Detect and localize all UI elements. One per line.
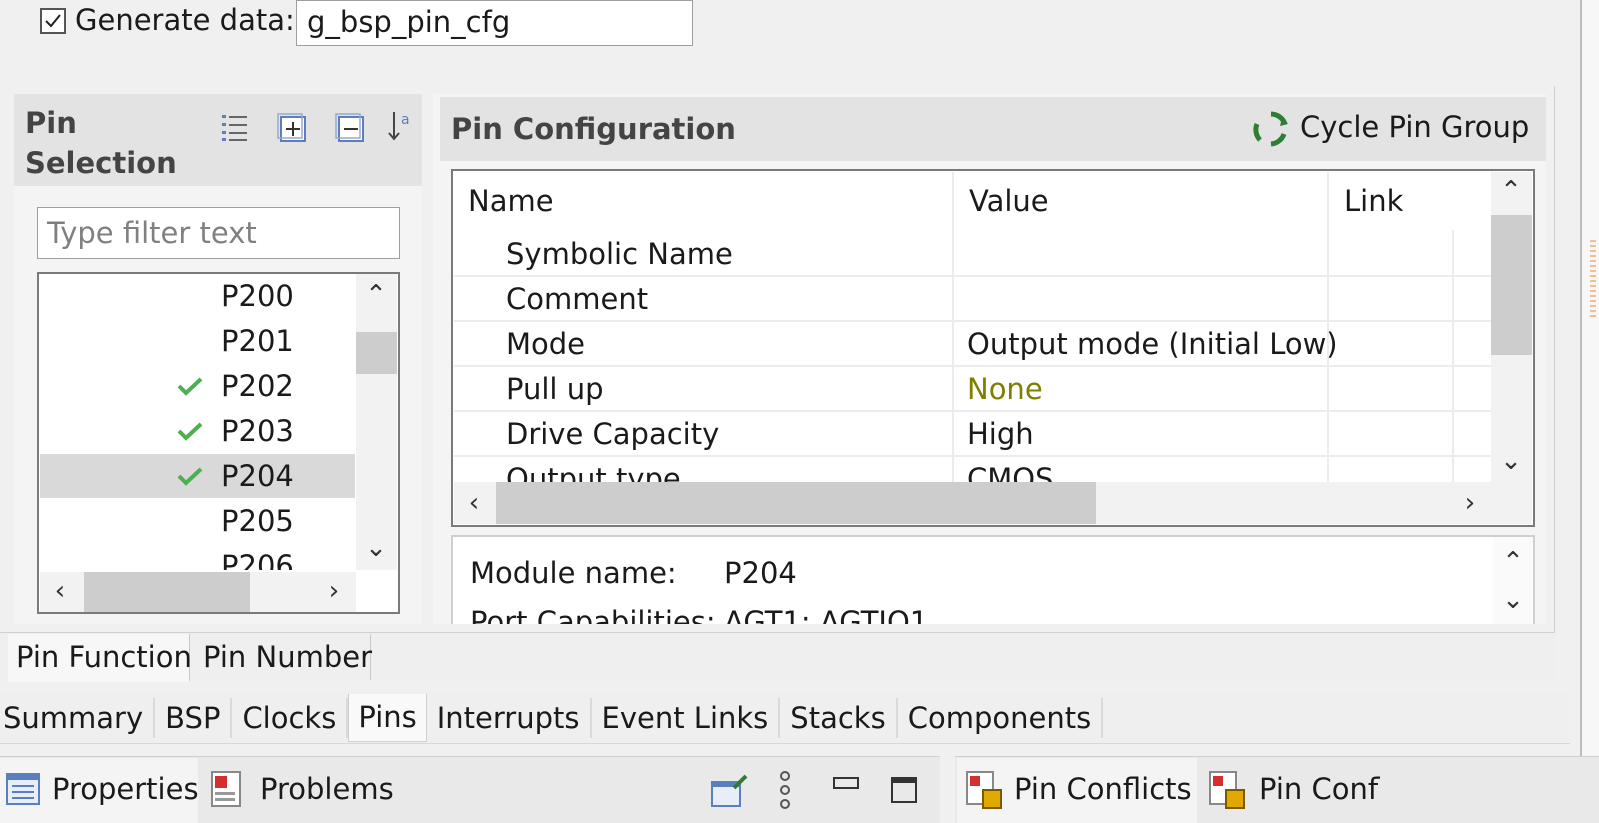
scroll-left-icon[interactable]: ‹ — [460, 490, 488, 516]
module-info-box: Module name: P204 Port Capabilities: AGT… — [451, 535, 1535, 624]
scroll-right-icon[interactable]: › — [320, 578, 348, 604]
config-row-name[interactable]: Drive Capacity — [506, 420, 719, 449]
module-name-label: Module name: — [470, 556, 677, 590]
editor-tabs: Summary BSP Clocks Pins Interrupts Event… — [0, 694, 1104, 742]
port-capabilities-value: AGT1: AGTIO1 — [724, 605, 929, 625]
expand-all-icon[interactable] — [276, 112, 308, 144]
tab-pin-number[interactable]: Pin Number — [191, 634, 372, 680]
tab-bsp[interactable]: BSP — [155, 703, 230, 733]
tab-stacks[interactable]: Stacks — [780, 703, 895, 733]
cycle-pin-group-button[interactable]: Cycle Pin Group — [1252, 106, 1529, 150]
scroll-up-icon[interactable]: ⌃ — [360, 282, 392, 308]
view-menu-icon[interactable] — [778, 770, 792, 810]
config-row-value[interactable]: Output mode (Initial Low) — [967, 330, 1338, 359]
pin-editor-icon[interactable] — [710, 772, 750, 810]
config-row-value[interactable]: CMOS — [967, 465, 1054, 483]
pin-conflicts-icon — [1209, 771, 1245, 809]
pin-list-item[interactable]: P206 — [40, 544, 355, 571]
scroll-up-icon[interactable]: ⌃ — [1495, 178, 1527, 204]
properties-icon — [6, 773, 40, 805]
row-divider — [454, 410, 1491, 412]
check-mark-icon — [177, 422, 203, 441]
column-header-value[interactable]: Value — [969, 187, 1049, 216]
config-row-value[interactable]: High — [967, 420, 1034, 449]
problems-icon — [211, 771, 241, 807]
pin-configuration-title: Pin Configuration — [451, 112, 736, 146]
tab-pin-configuration[interactable]: Pin Confl — [1202, 758, 1380, 823]
minimize-icon[interactable] — [832, 776, 860, 792]
pin-conflicts-icon — [966, 771, 1002, 809]
cycle-icon — [1253, 111, 1288, 147]
pin-list-item[interactable]: P200 — [40, 274, 355, 318]
config-row-clipped: Output type CMOS — [454, 458, 1491, 483]
tab-problems[interactable]: Problems — [203, 758, 403, 823]
row-divider — [454, 320, 1491, 322]
svg-text:a: a — [401, 112, 410, 128]
scroll-down-icon[interactable]: ⌄ — [360, 535, 392, 561]
column-divider — [952, 172, 954, 482]
config-row-name[interactable]: Pull up — [506, 375, 603, 404]
check-icon — [45, 14, 61, 28]
pin-filter-input[interactable]: Type filter text — [37, 207, 400, 259]
pin-list-item[interactable]: P204 — [40, 454, 355, 498]
config-table-vscroll-thumb[interactable] — [1491, 215, 1532, 355]
tab-event-links[interactable]: Event Links — [592, 703, 779, 733]
row-divider — [454, 275, 1491, 277]
right-edge-panel — [1580, 0, 1599, 756]
maximize-icon[interactable] — [890, 776, 918, 804]
module-info-vscrollbar[interactable]: ⌃ ⌄ — [1493, 537, 1533, 624]
tab-pin-conflicts[interactable]: Pin Conflicts — [957, 758, 1197, 823]
generate-label: Generate data: — [75, 3, 295, 37]
column-divider — [1452, 230, 1454, 482]
scroll-left-icon[interactable]: ‹ — [46, 578, 74, 604]
generate-checkbox[interactable] — [40, 8, 66, 34]
config-row-name[interactable]: Output type — [506, 465, 681, 483]
tab-pin-function[interactable]: Pin Function — [8, 634, 192, 682]
tab-properties[interactable]: Properties — [0, 758, 199, 823]
pin-list-hscroll-thumb[interactable] — [84, 572, 250, 612]
config-row-name[interactable]: Mode — [506, 330, 585, 359]
collapse-all-icon[interactable] — [334, 112, 366, 144]
check-mark-icon — [177, 377, 203, 396]
config-row-name[interactable]: Comment — [506, 285, 648, 314]
pin-list-item[interactable]: P205 — [40, 499, 355, 543]
column-header-link[interactable]: Link — [1344, 187, 1403, 216]
list-view-icon[interactable] — [220, 112, 250, 142]
scroll-down-icon[interactable]: ⌄ — [1497, 587, 1529, 613]
config-row-value-none[interactable]: None — [967, 375, 1043, 404]
check-mark-icon — [177, 467, 203, 486]
tab-pins[interactable]: Pins — [348, 694, 427, 742]
right-edge-marker — [1590, 240, 1596, 320]
port-capabilities-label: Port Capabilities: — [470, 605, 716, 625]
pin-list-item[interactable]: P202 — [40, 364, 355, 408]
row-divider — [454, 365, 1491, 367]
tab-interrupts[interactable]: Interrupts — [427, 703, 590, 733]
tab-summary[interactable]: Summary — [0, 703, 153, 733]
row-divider — [454, 455, 1491, 457]
module-name-value: P204 — [724, 556, 797, 590]
sort-icon[interactable]: a — [386, 108, 416, 144]
column-header-name[interactable]: Name — [468, 187, 554, 216]
config-table-hscroll-thumb[interactable] — [496, 482, 1096, 524]
pin-list-item[interactable]: P203 — [40, 409, 355, 453]
pin-selection-title: Pin Selection — [25, 106, 177, 180]
scroll-up-icon[interactable]: ⌃ — [1497, 549, 1529, 575]
tab-components[interactable]: Components — [898, 703, 1101, 733]
pin-list-item[interactable]: P201 — [40, 319, 355, 363]
config-row-name[interactable]: Symbolic Name — [506, 240, 733, 269]
generate-data-input[interactable]: g_bsp_pin_cfg — [296, 0, 693, 46]
scroll-down-icon[interactable]: ⌄ — [1495, 448, 1527, 474]
tab-clocks[interactable]: Clocks — [232, 703, 346, 733]
pin-list-vscrollbar[interactable] — [356, 274, 397, 570]
pin-list-vscroll-thumb[interactable] — [356, 332, 397, 374]
scroll-right-icon[interactable]: › — [1456, 490, 1484, 516]
